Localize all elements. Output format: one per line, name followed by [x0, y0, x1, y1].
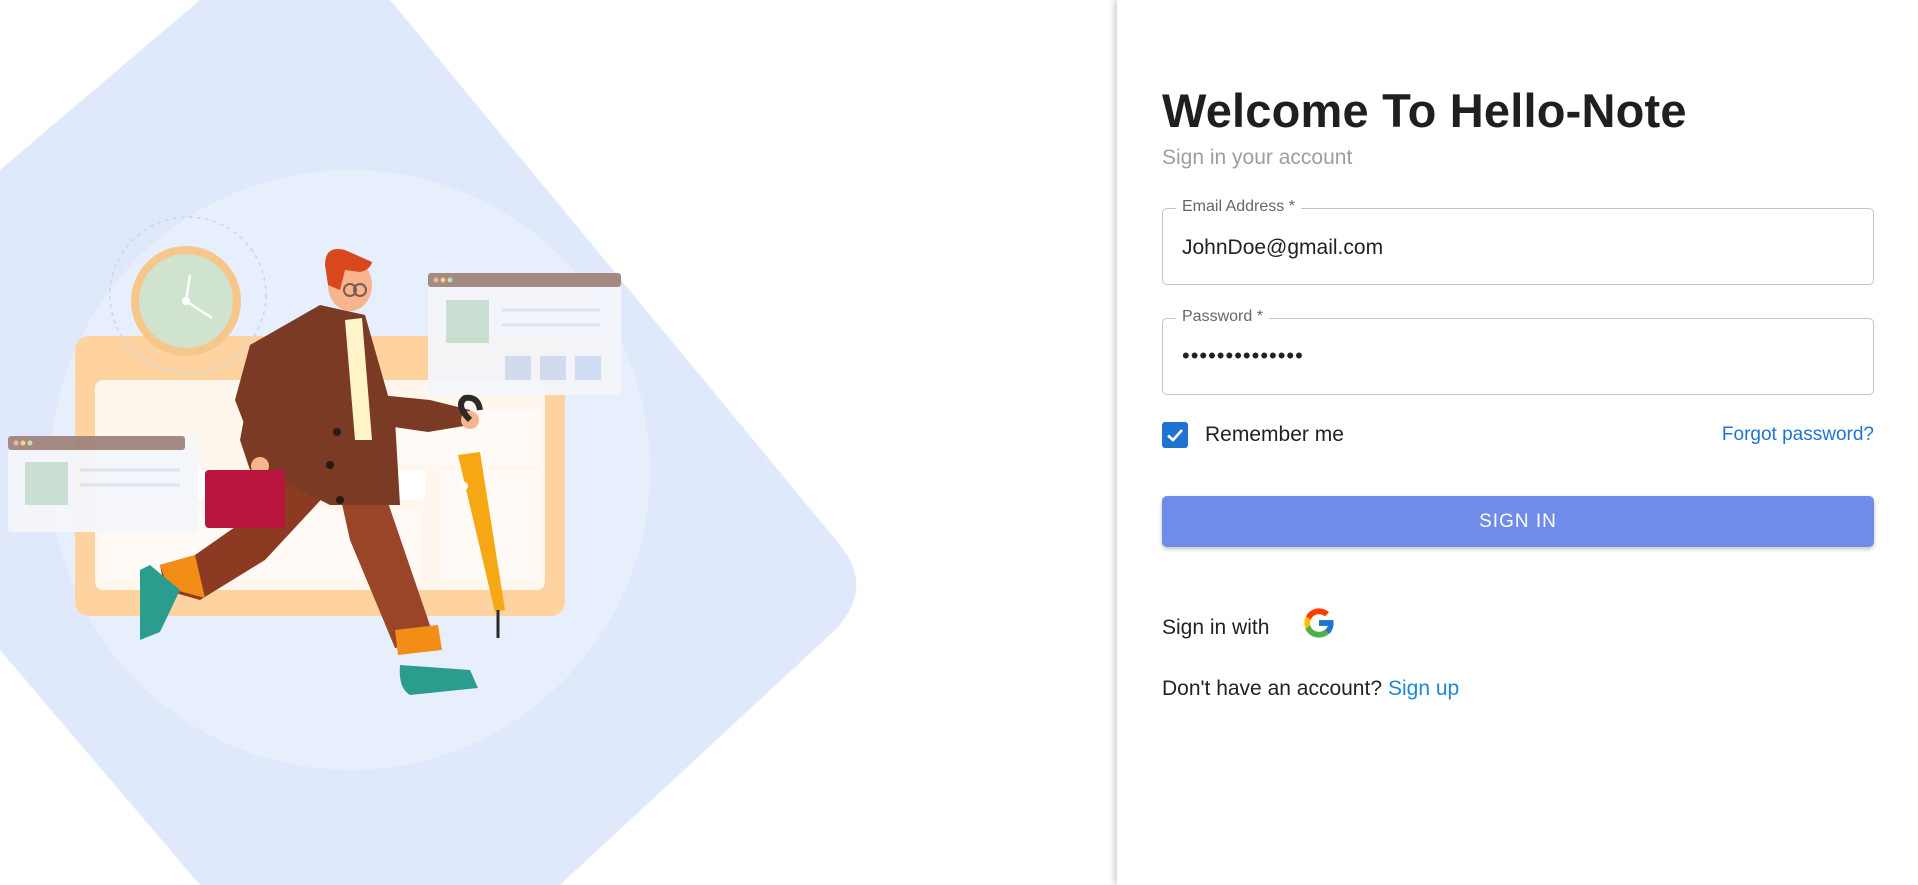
remember-me-checkbox[interactable]: [1162, 422, 1188, 448]
floating-window-right: [428, 273, 621, 395]
page-title: Welcome To Hello-Note: [1162, 84, 1687, 137]
check-icon: [1167, 429, 1183, 442]
forgot-password-link[interactable]: Forgot password?: [1722, 424, 1874, 446]
remember-row: Remember me Forgot password?: [1162, 420, 1874, 450]
login-page: Welcome To Hello-Note Sign in your accou…: [0, 0, 1918, 885]
signup-row: Don't have an account? Sign up: [1162, 677, 1459, 701]
google-icon[interactable]: [1300, 604, 1338, 642]
login-panel: Welcome To Hello-Note Sign in your accou…: [1117, 0, 1918, 885]
email-field[interactable]: Email Address * JohnDoe@gmail.com: [1162, 198, 1874, 285]
hero-illustration: [0, 0, 857, 885]
page-subtitle: Sign in your account: [1162, 146, 1353, 169]
password-input[interactable]: ••••••••••••••: [1182, 343, 1854, 369]
signup-prompt: Don't have an account?: [1162, 677, 1382, 700]
social-signin-row: Sign in with: [1162, 608, 1562, 654]
sign-up-link[interactable]: Sign up: [1388, 677, 1459, 700]
password-field[interactable]: Password * ••••••••••••••: [1162, 308, 1874, 395]
briefcase-icon: [205, 470, 285, 528]
illustration-panel: [0, 0, 1117, 885]
social-signin-label: Sign in with: [1162, 616, 1270, 639]
email-input[interactable]: JohnDoe@gmail.com: [1182, 236, 1854, 260]
password-label: Password *: [1176, 308, 1269, 326]
remember-me-label[interactable]: Remember me: [1205, 423, 1344, 447]
email-label: Email Address *: [1176, 198, 1301, 216]
floating-window-left: [8, 436, 198, 532]
sign-in-button[interactable]: SIGN IN: [1162, 496, 1874, 547]
